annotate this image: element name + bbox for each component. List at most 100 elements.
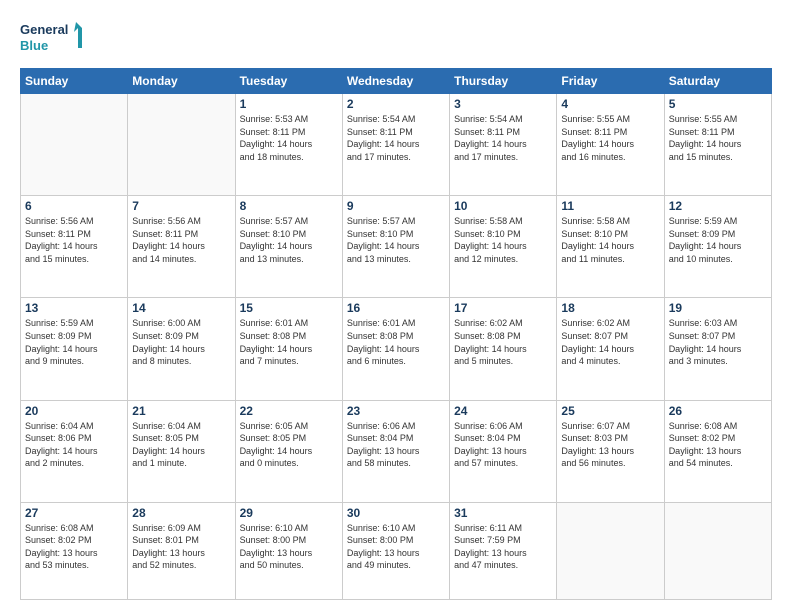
calendar-table: SundayMondayTuesdayWednesdayThursdayFrid…: [20, 68, 772, 600]
day-info: Sunrise: 6:03 AM Sunset: 8:07 PM Dayligh…: [669, 317, 767, 367]
calendar-cell: 2 Sunrise: 5:54 AM Sunset: 8:11 PM Daylig…: [342, 94, 449, 196]
calendar-cell: 25 Sunrise: 6:07 AM Sunset: 8:03 PM Dayli…: [557, 400, 664, 502]
day-number: 4: [561, 97, 659, 111]
header: General Blue: [20, 18, 772, 58]
calendar-header-row: SundayMondayTuesdayWednesdayThursdayFrid…: [21, 69, 772, 94]
calendar-cell: [128, 94, 235, 196]
calendar-cell: 10Sunrise: 5:58 AM Sunset: 8:10 PM Dayli…: [450, 196, 557, 298]
calendar-cell: 15 Sunrise: 6:01 AM Sunset: 8:08 PM Dayli…: [235, 298, 342, 400]
day-info: Sunrise: 5:57 AM Sunset: 8:10 PM Dayligh…: [240, 215, 338, 265]
day-info: Sunrise: 5:59 AM Sunset: 8:09 PM Dayligh…: [25, 317, 123, 367]
calendar-cell: 3Sunrise: 5:54 AM Sunset: 8:11 PM Daylig…: [450, 94, 557, 196]
col-header-monday: Monday: [128, 69, 235, 94]
calendar-cell: 12 Sunrise: 5:59 AM Sunset: 8:09 PM Dayli…: [664, 196, 771, 298]
day-info: Sunrise: 5:59 AM Sunset: 8:09 PM Dayligh…: [669, 215, 767, 265]
col-header-sunday: Sunday: [21, 69, 128, 94]
day-number: 18: [561, 301, 659, 315]
col-header-wednesday: Wednesday: [342, 69, 449, 94]
calendar-cell: 17Sunrise: 6:02 AM Sunset: 8:08 PM Dayli…: [450, 298, 557, 400]
day-info: Sunrise: 6:07 AM Sunset: 8:03 PM Dayligh…: [561, 420, 659, 470]
day-number: 29: [240, 506, 338, 520]
day-info: Sunrise: 6:04 AM Sunset: 8:05 PM Dayligh…: [132, 420, 230, 470]
calendar-cell: 27 Sunrise: 6:08 AM Sunset: 8:02 PM Dayli…: [21, 502, 128, 599]
day-number: 25: [561, 404, 659, 418]
calendar-cell: 14Sunrise: 6:00 AM Sunset: 8:09 PM Dayli…: [128, 298, 235, 400]
calendar-cell: 5Sunrise: 5:55 AM Sunset: 8:11 PM Daylig…: [664, 94, 771, 196]
day-info: Sunrise: 5:56 AM Sunset: 8:11 PM Dayligh…: [25, 215, 123, 265]
calendar-cell: 8 Sunrise: 5:57 AM Sunset: 8:10 PM Daylig…: [235, 196, 342, 298]
calendar-cell: 26 Sunrise: 6:08 AM Sunset: 8:02 PM Dayli…: [664, 400, 771, 502]
calendar-cell: [664, 502, 771, 599]
day-info: Sunrise: 6:01 AM Sunset: 8:08 PM Dayligh…: [240, 317, 338, 367]
day-info: Sunrise: 5:56 AM Sunset: 8:11 PM Dayligh…: [132, 215, 230, 265]
calendar-cell: 21Sunrise: 6:04 AM Sunset: 8:05 PM Dayli…: [128, 400, 235, 502]
col-header-thursday: Thursday: [450, 69, 557, 94]
calendar-cell: [557, 502, 664, 599]
day-info: Sunrise: 5:53 AM Sunset: 8:11 PM Dayligh…: [240, 113, 338, 163]
calendar-cell: 1 Sunrise: 5:53 AM Sunset: 8:11 PM Daylig…: [235, 94, 342, 196]
day-info: Sunrise: 6:06 AM Sunset: 8:04 PM Dayligh…: [454, 420, 552, 470]
day-info: Sunrise: 5:55 AM Sunset: 8:11 PM Dayligh…: [561, 113, 659, 163]
col-header-saturday: Saturday: [664, 69, 771, 94]
day-info: Sunrise: 5:58 AM Sunset: 8:10 PM Dayligh…: [561, 215, 659, 265]
day-info: Sunrise: 6:00 AM Sunset: 8:09 PM Dayligh…: [132, 317, 230, 367]
day-number: 15: [240, 301, 338, 315]
calendar-cell: 23Sunrise: 6:06 AM Sunset: 8:04 PM Dayli…: [342, 400, 449, 502]
day-number: 20: [25, 404, 123, 418]
calendar-cell: 18Sunrise: 6:02 AM Sunset: 8:07 PM Dayli…: [557, 298, 664, 400]
day-number: 2: [347, 97, 445, 111]
day-number: 8: [240, 199, 338, 213]
calendar-cell: 19 Sunrise: 6:03 AM Sunset: 8:07 PM Dayli…: [664, 298, 771, 400]
calendar-cell: 11Sunrise: 5:58 AM Sunset: 8:10 PM Dayli…: [557, 196, 664, 298]
calendar-cell: 24 Sunrise: 6:06 AM Sunset: 8:04 PM Dayli…: [450, 400, 557, 502]
day-number: 28: [132, 506, 230, 520]
calendar-week-row: 20 Sunrise: 6:04 AM Sunset: 8:06 PM Dayli…: [21, 400, 772, 502]
day-number: 22: [240, 404, 338, 418]
day-number: 17: [454, 301, 552, 315]
col-header-friday: Friday: [557, 69, 664, 94]
day-number: 3: [454, 97, 552, 111]
day-info: Sunrise: 6:04 AM Sunset: 8:06 PM Dayligh…: [25, 420, 123, 470]
calendar-cell: 31 Sunrise: 6:11 AM Sunset: 7:59 PM Dayli…: [450, 502, 557, 599]
day-number: 5: [669, 97, 767, 111]
day-info: Sunrise: 6:01 AM Sunset: 8:08 PM Dayligh…: [347, 317, 445, 367]
day-number: 9: [347, 199, 445, 213]
calendar-cell: 7 Sunrise: 5:56 AM Sunset: 8:11 PM Daylig…: [128, 196, 235, 298]
calendar-week-row: 13 Sunrise: 5:59 AM Sunset: 8:09 PM Dayli…: [21, 298, 772, 400]
day-number: 6: [25, 199, 123, 213]
day-info: Sunrise: 6:11 AM Sunset: 7:59 PM Dayligh…: [454, 522, 552, 572]
day-number: 13: [25, 301, 123, 315]
day-info: Sunrise: 6:09 AM Sunset: 8:01 PM Dayligh…: [132, 522, 230, 572]
logo: General Blue: [20, 18, 90, 58]
calendar-week-row: 1 Sunrise: 5:53 AM Sunset: 8:11 PM Daylig…: [21, 94, 772, 196]
calendar-cell: 20 Sunrise: 6:04 AM Sunset: 8:06 PM Dayli…: [21, 400, 128, 502]
day-number: 26: [669, 404, 767, 418]
day-number: 7: [132, 199, 230, 213]
col-header-tuesday: Tuesday: [235, 69, 342, 94]
calendar-cell: 29Sunrise: 6:10 AM Sunset: 8:00 PM Dayli…: [235, 502, 342, 599]
day-info: Sunrise: 6:10 AM Sunset: 8:00 PM Dayligh…: [347, 522, 445, 572]
day-info: Sunrise: 6:05 AM Sunset: 8:05 PM Dayligh…: [240, 420, 338, 470]
calendar-cell: 16 Sunrise: 6:01 AM Sunset: 8:08 PM Dayli…: [342, 298, 449, 400]
day-info: Sunrise: 5:57 AM Sunset: 8:10 PM Dayligh…: [347, 215, 445, 265]
day-number: 31: [454, 506, 552, 520]
svg-text:Blue: Blue: [20, 38, 48, 53]
day-info: Sunrise: 6:08 AM Sunset: 8:02 PM Dayligh…: [669, 420, 767, 470]
calendar-cell: 28 Sunrise: 6:09 AM Sunset: 8:01 PM Dayli…: [128, 502, 235, 599]
day-number: 19: [669, 301, 767, 315]
day-number: 27: [25, 506, 123, 520]
day-info: Sunrise: 5:54 AM Sunset: 8:11 PM Dayligh…: [347, 113, 445, 163]
day-info: Sunrise: 6:08 AM Sunset: 8:02 PM Dayligh…: [25, 522, 123, 572]
calendar-week-row: 27 Sunrise: 6:08 AM Sunset: 8:02 PM Dayli…: [21, 502, 772, 599]
logo-svg: General Blue: [20, 18, 90, 58]
day-number: 1: [240, 97, 338, 111]
day-number: 12: [669, 199, 767, 213]
calendar-cell: 13 Sunrise: 5:59 AM Sunset: 8:09 PM Dayli…: [21, 298, 128, 400]
svg-text:General: General: [20, 22, 68, 37]
calendar-week-row: 6 Sunrise: 5:56 AM Sunset: 8:11 PM Daylig…: [21, 196, 772, 298]
calendar-cell: 4 Sunrise: 5:55 AM Sunset: 8:11 PM Daylig…: [557, 94, 664, 196]
day-info: Sunrise: 5:58 AM Sunset: 8:10 PM Dayligh…: [454, 215, 552, 265]
day-number: 16: [347, 301, 445, 315]
day-number: 24: [454, 404, 552, 418]
calendar-cell: 9 Sunrise: 5:57 AM Sunset: 8:10 PM Daylig…: [342, 196, 449, 298]
